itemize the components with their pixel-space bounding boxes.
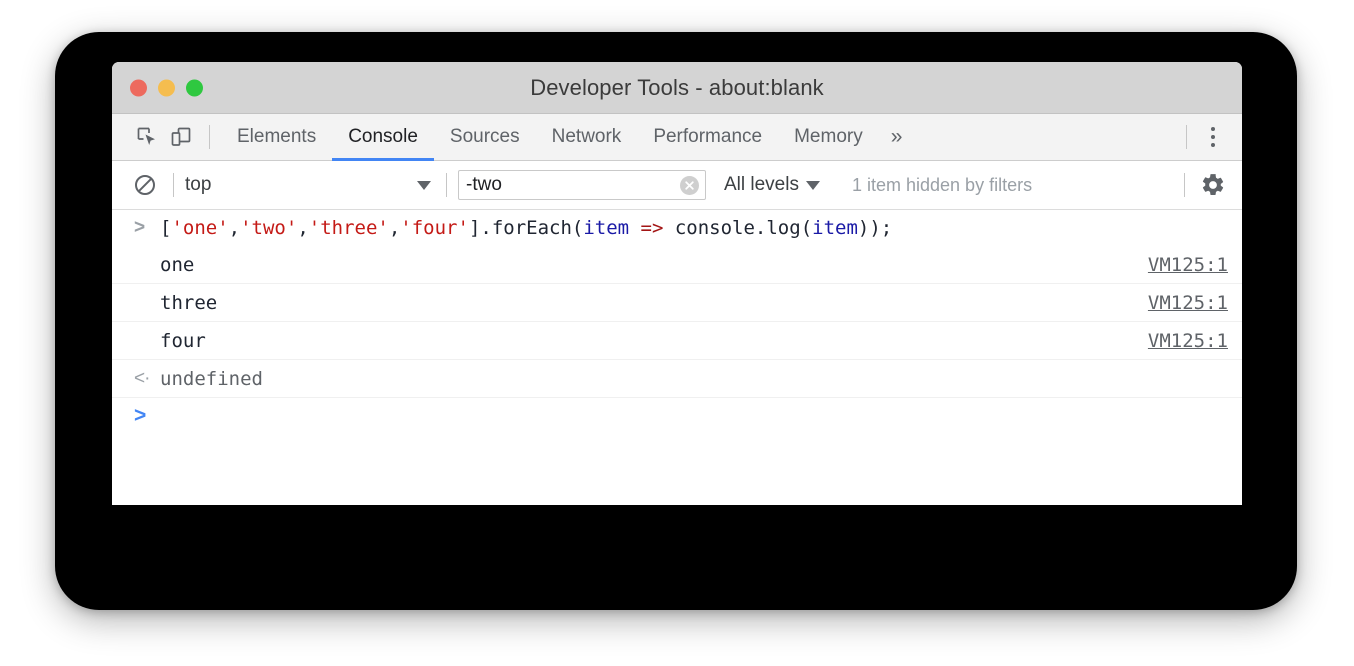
code-token: [ [160, 217, 171, 239]
more-options-icon[interactable] [1198, 122, 1228, 152]
code-token: 'four' [400, 217, 469, 239]
window-title: Developer Tools - about:blank [112, 75, 1242, 101]
device-toolbar-icon[interactable] [164, 122, 198, 152]
console-filter-box[interactable] [458, 170, 706, 200]
inspect-element-icon[interactable] [130, 122, 164, 152]
code-token: , [229, 217, 240, 239]
traffic-lights [130, 79, 203, 96]
maximize-window-button[interactable] [186, 79, 203, 96]
execution-context-value: top [185, 174, 417, 196]
console-toolbar: top All levels 1 item hidden by filters [112, 161, 1242, 210]
log-level-value: All levels [724, 174, 799, 196]
tab-memory[interactable]: Memory [778, 114, 879, 160]
console-prompt-row[interactable]: > [112, 398, 1242, 434]
code-token: => [629, 217, 675, 239]
tabbar-right-group [1175, 122, 1242, 152]
code-token: , [297, 217, 308, 239]
toolbar-divider [209, 125, 210, 149]
code-token: item [812, 217, 858, 239]
devtools-tabbar: Elements Console Sources Network Perform… [112, 114, 1242, 161]
console-toolbar-divider-3 [1184, 173, 1185, 197]
tab-performance[interactable]: Performance [637, 114, 778, 160]
log-level-select[interactable]: All levels [724, 174, 820, 196]
tab-sources[interactable]: Sources [434, 114, 536, 160]
chevron-down-icon [417, 181, 431, 190]
result-value: undefined [160, 368, 263, 390]
log-source-link[interactable]: VM125:1 [1148, 330, 1228, 352]
code-token: console.log( [675, 217, 812, 239]
devtools-window: Developer Tools - about:blank Elements C… [112, 62, 1242, 505]
settings-gear-icon[interactable] [1196, 170, 1230, 200]
console-result-row: <· undefined [112, 360, 1242, 398]
code-token: 'two' [240, 217, 297, 239]
panel-tabs: Elements Console Sources Network Perform… [221, 114, 914, 160]
execution-context-select[interactable]: top [185, 174, 435, 196]
window-titlebar: Developer Tools - about:blank [112, 62, 1242, 114]
log-message: four [160, 330, 206, 352]
tab-elements[interactable]: Elements [221, 114, 332, 160]
input-arrow-icon: > [134, 217, 160, 239]
tab-console[interactable]: Console [332, 114, 434, 160]
console-filter-input[interactable] [459, 171, 705, 199]
chevron-down-icon [806, 181, 820, 190]
log-message: three [160, 292, 217, 314]
console-toolbar-divider-1 [173, 173, 174, 197]
tabbar-right-divider [1186, 125, 1187, 149]
console-input-expression: ['one','two','three','four'].forEach(ite… [160, 217, 892, 239]
result-arrow-icon: <· [134, 368, 160, 390]
hidden-items-message: 1 item hidden by filters [852, 175, 1032, 196]
prompt-arrow-icon: > [134, 404, 160, 428]
code-token: item [583, 217, 629, 239]
tab-network[interactable]: Network [536, 114, 638, 160]
log-message: one [160, 254, 194, 276]
code-token: ].forEach( [469, 217, 583, 239]
console-message-list[interactable]: > ['one','two','three','four'].forEach(i… [112, 210, 1242, 505]
console-log-row: four VM125:1 [112, 322, 1242, 360]
console-input-row: > ['one','two','three','four'].forEach(i… [112, 210, 1242, 246]
clear-console-icon[interactable] [128, 170, 162, 200]
console-toolbar-divider-2 [446, 173, 447, 197]
clear-filter-icon[interactable] [680, 176, 699, 195]
code-token: 'one' [171, 217, 228, 239]
minimize-window-button[interactable] [158, 79, 175, 96]
log-source-link[interactable]: VM125:1 [1148, 254, 1228, 276]
close-window-button[interactable] [130, 79, 147, 96]
code-token: 'three' [309, 217, 389, 239]
code-token: )); [858, 217, 892, 239]
console-log-row: one VM125:1 [112, 246, 1242, 284]
console-log-row: three VM125:1 [112, 284, 1242, 322]
more-tabs-icon[interactable]: » [879, 114, 915, 160]
console-toolbar-right-group [1173, 170, 1242, 200]
code-token: , [389, 217, 400, 239]
log-source-link[interactable]: VM125:1 [1148, 292, 1228, 314]
